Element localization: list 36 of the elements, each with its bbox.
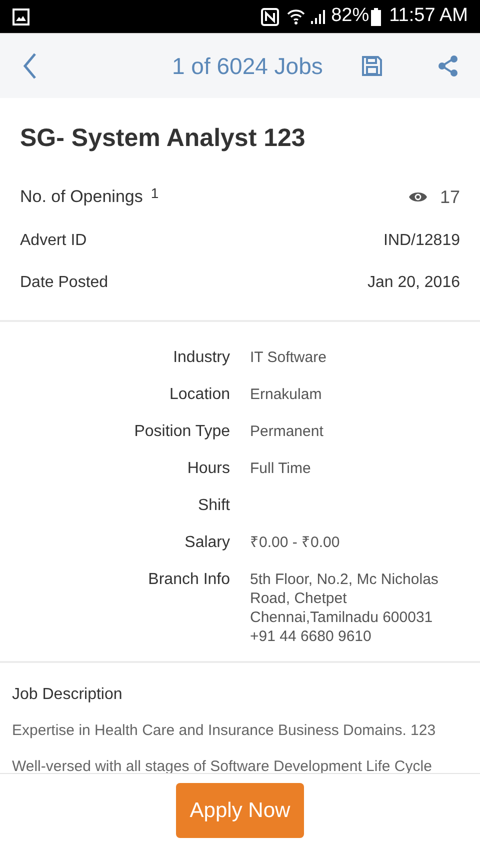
section-heading: Job Description (12, 685, 124, 705)
clock: 11:57 AM (389, 4, 468, 28)
field-label: Salary (184, 533, 230, 553)
field-value: Ernakulam (250, 385, 322, 404)
back-icon[interactable] (22, 52, 38, 80)
field-label: Branch Info (147, 570, 230, 590)
view-count: 17 (440, 186, 460, 208)
field-value: Full Time (250, 459, 311, 478)
field-value: Permanent (250, 422, 324, 441)
signal-icon (309, 8, 328, 26)
field-label: Advert ID (20, 230, 87, 250)
nfc-icon (261, 8, 280, 26)
battery-percent: 82% (331, 4, 370, 28)
field-label: Industry (172, 348, 230, 368)
toolbar-title: 1 of 6024 Jobs (172, 52, 323, 81)
share-icon[interactable] (436, 55, 459, 77)
field-value: ₹0.00 - ₹0.00 (250, 533, 340, 552)
field-value: IT Software (250, 348, 326, 367)
field-value: Jan 20, 2016 (367, 272, 460, 292)
field-value: IND/12819 (384, 230, 460, 250)
save-icon[interactable] (360, 55, 383, 77)
gallery-icon (12, 8, 30, 26)
openings-label: No. of Openings (20, 186, 143, 208)
field-label: Hours (186, 459, 230, 479)
job-title: SG- System Analyst 123 (20, 123, 306, 154)
field-label: Position Type (133, 422, 230, 442)
eye-icon (408, 190, 428, 204)
description-text: Expertise in Health Care and Insurance Business Domains. 123 (12, 721, 437, 741)
wifi-icon (287, 8, 306, 26)
battery-icon (371, 8, 382, 26)
field-label: Shift (196, 496, 230, 516)
field-label: Date Posted (20, 272, 108, 292)
field-value: 5th Floor, No.2, Mc Nicholas Road, Chetpet Chennai,Tamilnadu 600031 +91 44 6680 9610 (250, 570, 438, 646)
openings-count: 1 (150, 184, 159, 202)
field-label: Location (168, 385, 230, 405)
apply-button[interactable]: Apply Now (176, 783, 304, 838)
